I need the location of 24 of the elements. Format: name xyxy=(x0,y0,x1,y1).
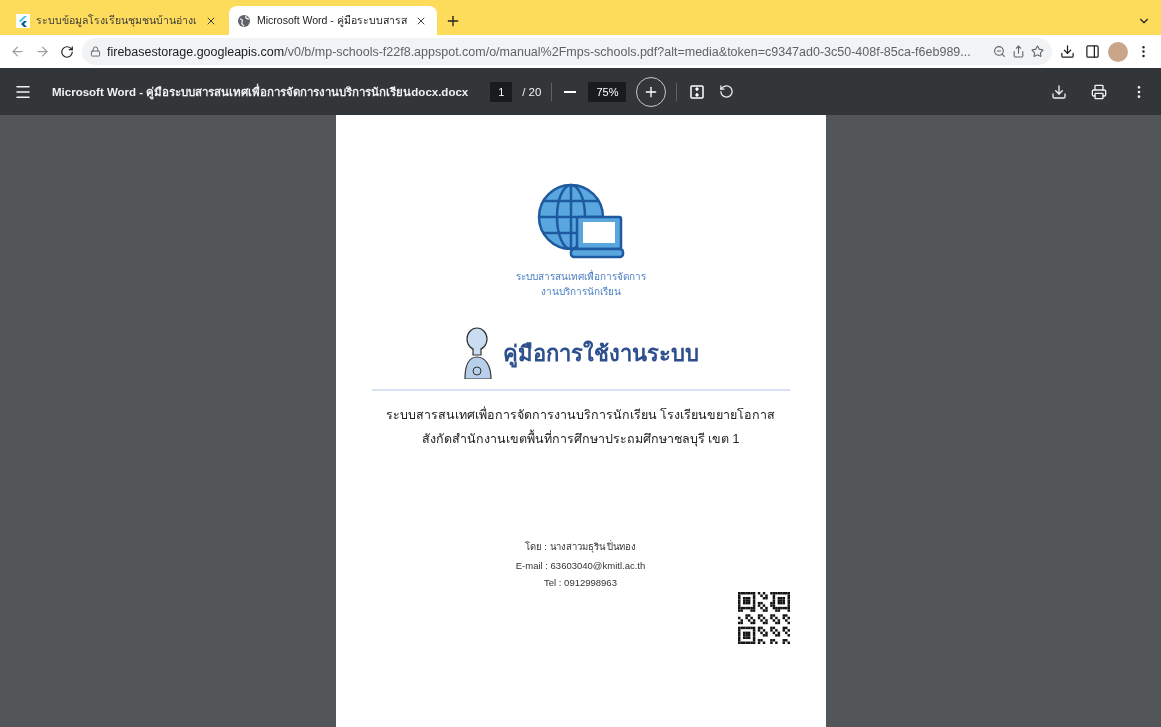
page-number-field[interactable]: 1 xyxy=(490,81,513,102)
document-title: Microsoft Word - คู่มือระบบสารสนเทศเพื่อการจัดการงานบริการนักเรียนdocx.docx xyxy=(52,82,469,101)
share-icon[interactable] xyxy=(1012,45,1025,58)
qr-code-icon xyxy=(737,592,790,644)
phone-text: Tel : 0912998963 xyxy=(544,577,617,588)
globe-laptop-icon xyxy=(536,183,625,261)
download-icon[interactable] xyxy=(1058,42,1077,61)
side-panel-icon[interactable] xyxy=(1083,42,1102,61)
system-subtitle: ระบบสารสนเทศเพื่อการจัดการงานบริการนักเรียน โรงเรียนขยายโอกาส สังกัดสำนักงานเขตพื้นที่การศึกษาประถมศึกษาชลบุรี เขต 1 xyxy=(385,405,776,449)
page-count: / 20 xyxy=(522,85,542,98)
browser-tab[interactable]: ระบบข้อมูลโรงเรียนชุมชนบ้านอ่างเ xyxy=(8,6,227,35)
flutter-logo-icon xyxy=(16,13,30,28)
zoom-out-icon[interactable] xyxy=(993,45,1006,58)
browser-tab[interactable]: Microsoft Word - คู่มือระบบสารส xyxy=(229,6,437,35)
email-text: E-mail : 63603040@kmitl.ac.th xyxy=(515,560,646,571)
lock-icon xyxy=(90,46,101,57)
author-text: โดย : นางสาวมธุริน ปิ่นทอง xyxy=(524,539,637,554)
star-icon[interactable] xyxy=(1031,45,1044,58)
robot-bust-icon xyxy=(462,327,495,379)
globe-icon xyxy=(237,13,251,28)
manual-heading: คู่มือการใช้งานระบบ xyxy=(502,339,699,370)
zoom-field[interactable]: 75% xyxy=(588,81,627,102)
address-bar[interactable]: firebasestorage.googleapis.com/v0/b/mp-schools-f22f8.appspot.com/o/manual%2Fmps-schools.pdf?alt=media&token=c9347ad0-3c50-408f-85ca-f6eb989... xyxy=(82,38,1052,65)
logo-caption: ระบบสารสนเทศเพื่อการจัดการ งานบริการนักเรียน xyxy=(515,269,646,299)
